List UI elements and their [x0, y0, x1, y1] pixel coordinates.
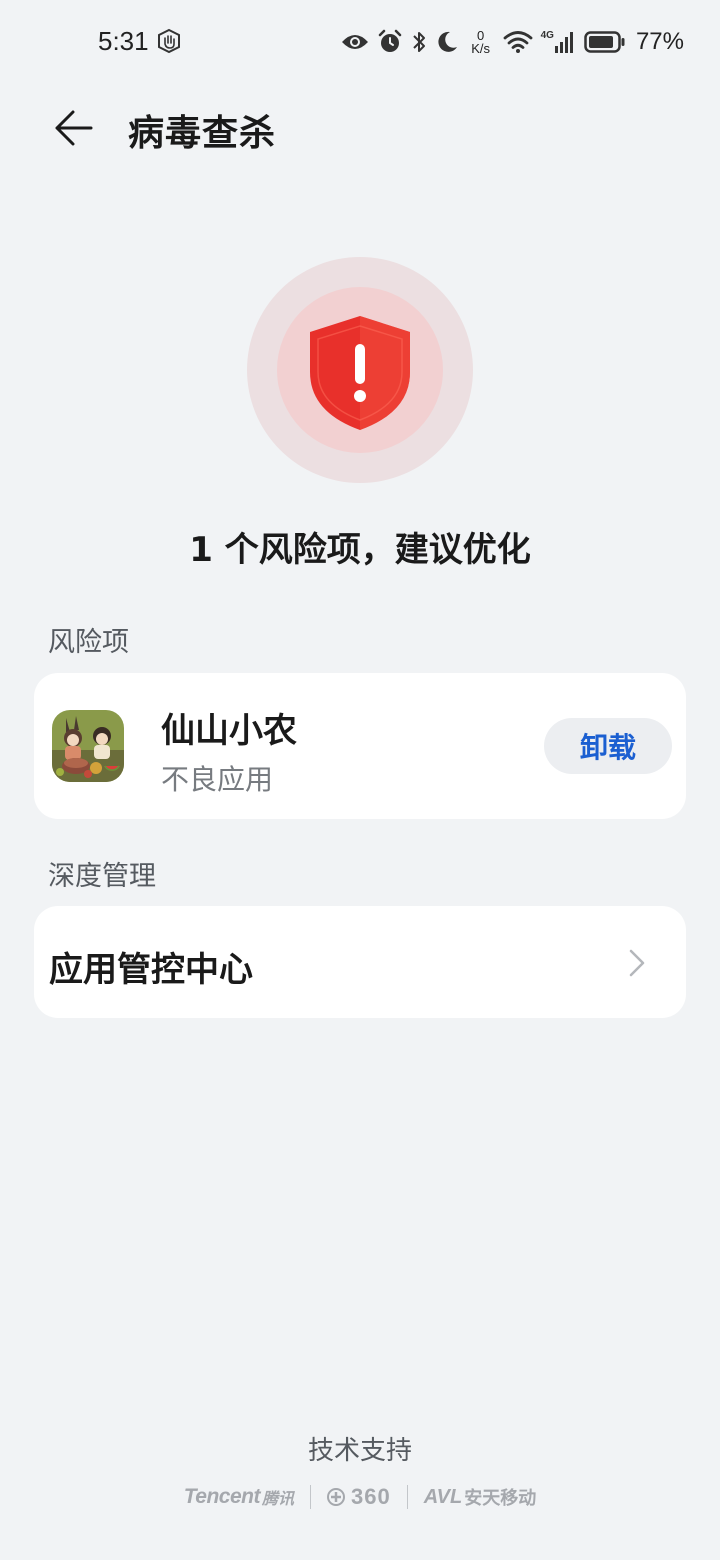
tencent-logo-en: Tencent	[183, 1485, 261, 1508]
scan-summary: 1 个风险项，建议优化	[189, 530, 531, 570]
partner-divider	[406, 1485, 408, 1509]
risk-section-label: 风险项	[48, 627, 129, 658]
back-button[interactable]	[44, 100, 100, 156]
chevron-right-icon	[629, 949, 645, 977]
moon-icon	[438, 31, 457, 52]
status-time: 5:31	[98, 26, 149, 56]
tech-support-label: 技术支持	[307, 1436, 412, 1466]
app-name: 仙山小农	[161, 711, 297, 751]
signal-icon	[554, 32, 573, 53]
risk-app-card: 仙山小农 不良应用 卸载	[34, 673, 686, 819]
page-title: 病毒查杀	[128, 113, 277, 154]
cellular-signal: 4G	[541, 30, 576, 54]
tencent-logo: Tencent 腾讯	[184, 1485, 294, 1509]
net-speed-unit: K/s	[471, 41, 490, 56]
wifi-icon	[503, 31, 533, 53]
tencent-logo-cn: 腾讯	[261, 1489, 294, 1508]
antiy-logo-mark: AVL	[423, 1485, 463, 1508]
shield-warning-icon	[310, 316, 410, 430]
app-risk-description: 不良应用	[161, 763, 274, 796]
antiy-logo-cn: 安天移动	[464, 1488, 537, 1509]
uninstall-button[interactable]: 卸载	[544, 718, 672, 774]
status-bar: 5:31 0 K/s 4G 77%	[0, 0, 720, 84]
eye-icon	[341, 35, 368, 49]
network-type: 4G	[540, 30, 554, 41]
manage-section-label: 深度管理	[48, 861, 156, 892]
app-icon	[52, 710, 124, 782]
farm-game-icon	[52, 710, 124, 782]
net-speed: 0 K/s	[467, 29, 495, 55]
partner-logos: Tencent 腾讯 360 AVL 安天移动	[0, 1484, 720, 1510]
battery-icon	[584, 31, 625, 53]
360-logo-text: 360	[351, 1484, 391, 1509]
battery-percent: 77%	[635, 28, 684, 55]
alarm-icon	[378, 29, 401, 52]
antiy-logo: AVL 安天移动	[424, 1484, 537, 1510]
status-icons: 0 K/s 4G 77%	[341, 24, 684, 60]
360-logo-icon	[327, 1488, 345, 1506]
hand-icon	[158, 28, 180, 54]
app-control-center-row[interactable]: 应用管控中心	[34, 906, 686, 1018]
bluetooth-icon	[412, 32, 425, 52]
arrow-left-icon	[55, 110, 93, 146]
app-control-center-label: 应用管控中心	[49, 950, 253, 990]
partner-divider	[310, 1485, 311, 1509]
qihoo-360-logo: 360	[327, 1484, 391, 1510]
